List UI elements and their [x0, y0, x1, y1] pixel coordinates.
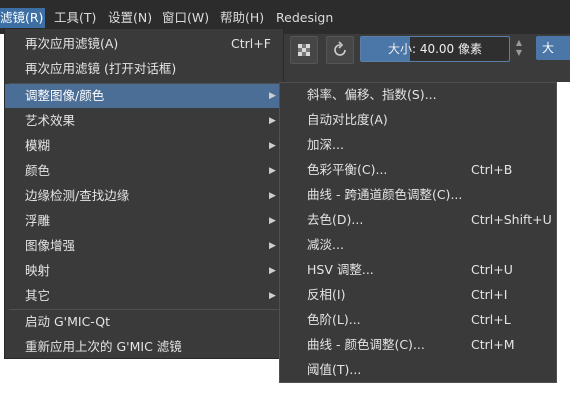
menu-item-shortcut: Ctrl+B: [471, 162, 513, 177]
menu-help[interactable]: 帮助(H): [220, 8, 264, 28]
menu-item-label: 斜率、偏移、指数(S)...: [307, 87, 437, 102]
brush-size-label: 大小: 40.00 像素: [387, 42, 483, 56]
menu-item-label: 阈值(T)...: [307, 362, 362, 377]
menu-item-reapply-filter-dialog[interactable]: 再次应用滤镜 (打开对话框): [5, 57, 283, 81]
menu-item-emboss[interactable]: 浮雕 ▶: [5, 209, 283, 233]
brush-size-slider[interactable]: 大小: 40.00 像素: [360, 36, 510, 62]
menu-item-levels[interactable]: 色阶(L)... Ctrl+L: [280, 308, 556, 332]
menu-item-shortcut: Ctrl+M: [471, 337, 515, 352]
submenu-arrow-icon: ▶: [269, 291, 276, 301]
menu-item-color-curves[interactable]: 曲线 - 颜色调整(C)... Ctrl+M: [280, 333, 556, 357]
menu-item-shortcut: Ctrl+F: [231, 36, 271, 51]
submenu-arrow-icon: ▶: [269, 216, 276, 226]
menu-item-auto-contrast[interactable]: 自动对比度(A): [280, 108, 556, 132]
menu-item-edge-detection[interactable]: 边缘检测/查找边缘 ▶: [5, 184, 283, 208]
submenu-arrow-icon: ▶: [269, 266, 276, 276]
menu-item-blur[interactable]: 模糊 ▶: [5, 134, 283, 158]
menu-item-label: 再次应用滤镜 (打开对话框): [25, 61, 177, 76]
spin-up-icon[interactable]: ▲: [510, 38, 528, 48]
menu-item-dodge[interactable]: 减淡...: [280, 233, 556, 257]
menu-item-label: 重新应用上次的 G'MIC 滤镜: [25, 339, 182, 354]
refresh-icon: [334, 41, 346, 56]
menu-item-label: 曲线 - 颜色调整(C)...: [307, 337, 425, 352]
menu-item-adjust-colors[interactable]: 调整图像/颜色 ▶: [5, 84, 283, 108]
filter-menu: 再次应用滤镜(A) Ctrl+F 再次应用滤镜 (打开对话框) 调整图像/颜色 …: [4, 28, 284, 359]
submenu-arrow-icon: ▶: [269, 91, 276, 101]
submenu-arrow-icon: ▶: [269, 116, 276, 126]
submenu-arrow-icon: ▶: [269, 191, 276, 201]
menu-item-cross-channel-curves[interactable]: 曲线 - 跨通道颜色调整(C)...: [280, 183, 556, 207]
checkerboard-icon: [298, 44, 310, 56]
menu-settings[interactable]: 设置(N): [108, 8, 152, 28]
menu-item-label: 颜色: [25, 163, 51, 178]
menu-item-label: 其它: [25, 288, 51, 303]
menu-redesign[interactable]: Redesign: [276, 8, 333, 28]
menu-item-label: 加深...: [307, 137, 344, 152]
menu-item-launch-gmic[interactable]: 启动 G'MIC-Qt: [5, 310, 283, 334]
menu-item-label: 反相(I): [307, 287, 346, 302]
submenu-arrow-icon: ▶: [269, 241, 276, 251]
menu-item-enhance[interactable]: 图像增强 ▶: [5, 234, 283, 258]
menu-item-label: 边缘检测/查找边缘: [25, 188, 130, 203]
menu-item-label: 图像增强: [25, 238, 76, 253]
menu-item-label: 模糊: [25, 138, 51, 153]
menu-item-label: HSV 调整...: [307, 262, 374, 277]
submenu-arrow-icon: ▶: [269, 166, 276, 176]
toolbar-right-button[interactable]: 大: [536, 36, 570, 60]
menu-item-shortcut: Ctrl+L: [471, 312, 511, 327]
menu-tools[interactable]: 工具(T): [54, 8, 96, 28]
menu-item-other[interactable]: 其它 ▶: [5, 284, 283, 308]
menu-item-label: 浮雕: [25, 213, 51, 228]
menu-item-artistic[interactable]: 艺术效果 ▶: [5, 109, 283, 133]
menu-item-shortcut: Ctrl+Shift+U: [471, 212, 552, 227]
menu-item-label: 再次应用滤镜(A): [25, 36, 119, 51]
menu-item-color-balance[interactable]: 色彩平衡(C)... Ctrl+B: [280, 158, 556, 182]
menu-item-label: 色阶(L)...: [307, 312, 361, 327]
menu-item-reapply-gmic[interactable]: 重新应用上次的 G'MIC 滤镜: [5, 335, 283, 359]
menu-item-hsv-adjust[interactable]: HSV 调整... Ctrl+U: [280, 258, 556, 282]
menu-item-map[interactable]: 映射 ▶: [5, 259, 283, 283]
size-spinner[interactable]: ▲ ▼: [510, 38, 528, 60]
menu-item-label: 映射: [25, 263, 51, 278]
menu-item-label: 自动对比度(A): [307, 112, 388, 127]
submenu-arrow-icon: ▶: [269, 141, 276, 151]
menu-item-colors[interactable]: 颜色 ▶: [5, 159, 283, 183]
spin-down-icon[interactable]: ▼: [510, 48, 528, 58]
menu-item-label: 曲线 - 跨通道颜色调整(C)...: [307, 187, 463, 202]
reset-button[interactable]: [326, 36, 354, 64]
menu-item-desaturate[interactable]: 去色(D)... Ctrl+Shift+U: [280, 208, 556, 232]
menu-item-label: 启动 G'MIC-Qt: [25, 314, 111, 329]
menu-item-threshold[interactable]: 阈值(T)...: [280, 358, 556, 382]
menu-item-label: 去色(D)...: [307, 212, 364, 227]
menu-item-shortcut: Ctrl+U: [471, 262, 513, 277]
adjust-colors-submenu: 斜率、偏移、指数(S)... 自动对比度(A) 加深... 色彩平衡(C)...…: [279, 82, 557, 383]
menu-window[interactable]: 窗口(W): [162, 8, 209, 28]
menu-item-slope-offset-power[interactable]: 斜率、偏移、指数(S)...: [280, 83, 556, 107]
menu-item-shortcut: Ctrl+I: [471, 287, 508, 302]
menu-item-label: 色彩平衡(C)...: [307, 162, 388, 177]
menu-item-label: 减淡...: [307, 237, 344, 252]
menu-item-burn[interactable]: 加深...: [280, 133, 556, 157]
menu-item-invert[interactable]: 反相(I) Ctrl+I: [280, 283, 556, 307]
pattern-toggle-button[interactable]: [290, 36, 318, 64]
menu-filter[interactable]: 滤镜(R): [0, 8, 46, 28]
menu-item-label: 调整图像/颜色: [25, 88, 105, 103]
menu-item-reapply-filter[interactable]: 再次应用滤镜(A) Ctrl+F: [5, 32, 283, 56]
menu-item-label: 艺术效果: [25, 113, 76, 128]
